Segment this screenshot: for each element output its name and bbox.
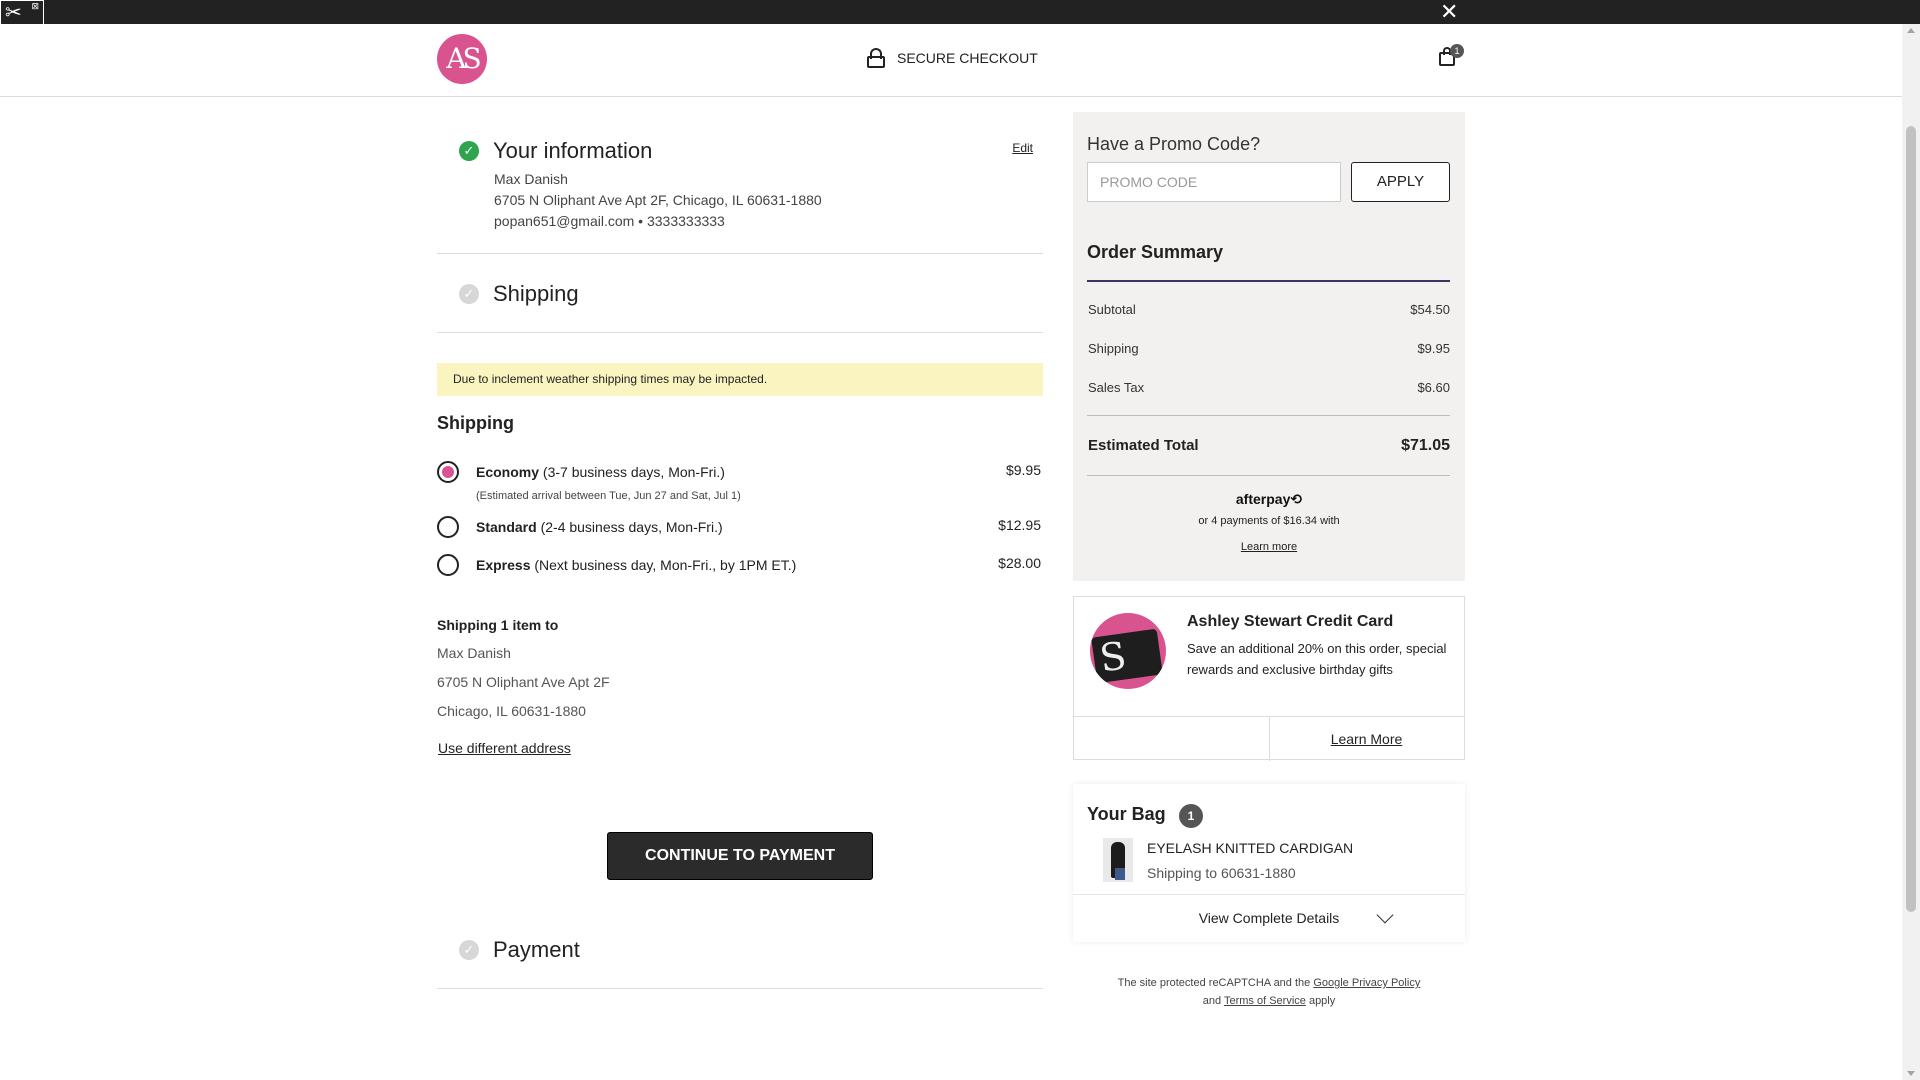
scrollbar-thumb[interactable]	[1906, 126, 1916, 912]
cart-icon[interactable]: 1	[1437, 44, 1464, 68]
shipping-method-heading: Shipping	[437, 413, 514, 433]
tools-close-icon[interactable]: ⊠	[31, 2, 39, 11]
customer-address: 6705 N Oliphant Ave Apt 2F, Chicago, IL …	[494, 192, 822, 208]
shipping-step-title: Shipping	[493, 281, 579, 306]
page-scrollbar[interactable]	[1902, 24, 1920, 1080]
terms-of-service-link[interactable]: Terms of Service	[1224, 995, 1306, 1007]
your-information-title: Your information	[493, 138, 653, 163]
order-summary-rule	[1087, 280, 1450, 282]
check-pending-icon: ✓	[459, 940, 479, 960]
payment-step-header: ✓ Payment	[459, 937, 580, 963]
shipping-option-express[interactable]: Express (Next business day, Mon-Fri., by…	[437, 554, 1043, 584]
bag-count-badge: 1	[1179, 804, 1203, 828]
check-pending-icon: ✓	[459, 284, 479, 304]
ship-to-title: Shipping 1 item to	[437, 617, 559, 633]
option-price: $9.95	[1005, 462, 1041, 478]
credit-card-footer: Learn More	[1074, 716, 1464, 761]
brand-logo[interactable]: AS	[437, 34, 487, 84]
option-label: Express (Next business day, Mon-Fri., by…	[476, 557, 797, 573]
divider	[437, 253, 1043, 254]
radio-standard[interactable]	[437, 516, 459, 538]
close-icon[interactable]: ✕	[1440, 1, 1458, 23]
afterpay-installments: or 4 payments of $16.34 with	[1198, 515, 1340, 527]
customer-name: Max Danish	[494, 171, 568, 187]
bag-item-name: EYELASH KNITTED CARDIGAN	[1147, 840, 1354, 856]
checkout-header: AS SECURE CHECKOUT 1	[0, 24, 1902, 97]
option-price: $12.95	[998, 517, 1041, 533]
credit-card-promo: S Ashley Stewart Credit Card Save an add…	[1073, 596, 1465, 761]
option-label: Standard (2-4 business days, Mon-Fri.)	[476, 519, 723, 535]
ship-to-city: Chicago, IL 60631-1880	[437, 703, 586, 719]
customer-info: Max Danish 6705 N Oliphant Ave Apt 2F, C…	[494, 169, 822, 232]
radio-express[interactable]	[437, 554, 459, 576]
lock-icon	[867, 48, 885, 68]
summary-row-subtotal: Subtotal $54.50	[1088, 302, 1450, 317]
view-complete-details-toggle[interactable]: View Complete Details	[1073, 894, 1465, 942]
shipping-option-economy[interactable]: Economy (3-7 business days, Mon-Fri.) $9…	[437, 461, 1043, 502]
estimated-arrival: (Estimated arrival between Tue, Jun 27 a…	[476, 490, 741, 502]
afterpay-learn-more-link[interactable]: Learn more	[1073, 541, 1465, 553]
customer-contact: popan651@gmail.com • 3333333333	[494, 213, 725, 229]
tools-icon[interactable]: ✂ ⊠	[0, 0, 44, 26]
summary-row-tax: Sales Tax $6.60	[1088, 380, 1450, 395]
continue-to-payment-button[interactable]: CONTINUE TO PAYMENT	[607, 832, 873, 880]
check-complete-icon: ✓	[459, 141, 479, 161]
privacy-policy-link[interactable]: Google Privacy Policy	[1313, 977, 1420, 989]
promo-title: Have a Promo Code?	[1087, 134, 1261, 154]
divider	[437, 332, 1043, 333]
divider	[437, 988, 1043, 989]
ship-to-name: Max Danish	[437, 645, 511, 661]
order-summary-panel: Have a Promo Code? PROMO CODE APPLY Orde…	[1073, 112, 1465, 581]
divider	[1087, 475, 1450, 476]
credit-card-learn-more-link[interactable]: Learn More	[1269, 717, 1464, 761]
product-thumbnail[interactable]	[1103, 838, 1133, 882]
view-details-label: View Complete Details	[1198, 910, 1340, 926]
option-price: $28.00	[998, 555, 1041, 571]
edit-information-link[interactable]: Edit	[1012, 141, 1033, 155]
shipping-option-standard[interactable]: Standard (2-4 business days, Mon-Fri.) $…	[437, 516, 1043, 546]
your-bag-title: Your Bag	[1087, 804, 1166, 824]
option-label: Economy (3-7 business days, Mon-Fri.)	[476, 464, 725, 480]
secure-checkout-label: SECURE CHECKOUT	[897, 50, 1038, 66]
your-information-header: ✓ Your information	[459, 138, 652, 164]
radio-economy[interactable]	[437, 461, 459, 483]
your-bag-card: Your Bag 1 EYELASH KNITTED CARDIGAN Ship…	[1073, 784, 1465, 942]
summary-row-shipping: Shipping $9.95	[1088, 341, 1450, 356]
scroll-down-icon[interactable]	[1907, 1071, 1915, 1076]
ship-to-street: 6705 N Oliphant Ave Apt 2F	[437, 674, 610, 690]
top-bar: ✂ ⊠ ✕	[0, 0, 1920, 26]
promo-code-input[interactable]: PROMO CODE	[1087, 162, 1341, 202]
order-summary-title: Order Summary	[1087, 242, 1224, 262]
secure-checkout: SECURE CHECKOUT	[867, 48, 1038, 68]
bag-item-shipping: Shipping to 60631-1880	[1147, 865, 1296, 881]
divider	[1087, 415, 1450, 416]
recaptcha-legal: The site protected reCAPTCHA and the Goo…	[1117, 977, 1421, 1007]
scroll-up-icon[interactable]	[1907, 28, 1915, 33]
cart-count-badge: 1	[1450, 44, 1464, 58]
apply-promo-button[interactable]: APPLY	[1351, 162, 1450, 202]
credit-card-title: Ashley Stewart Credit Card	[1187, 613, 1394, 630]
shipping-step-header: ✓ Shipping	[459, 281, 579, 307]
payment-step-title: Payment	[493, 937, 580, 962]
use-different-address-link[interactable]: Use different address	[438, 740, 571, 756]
credit-card-image: S	[1090, 613, 1166, 689]
afterpay-logo: afterpay⟲	[1235, 491, 1303, 507]
estimated-total-row: Estimated Total $71.05	[1088, 437, 1450, 454]
credit-card-text: Save an additional 20% on this order, sp…	[1187, 641, 1447, 677]
weather-notice: Due to inclement weather shipping times …	[437, 363, 1043, 396]
